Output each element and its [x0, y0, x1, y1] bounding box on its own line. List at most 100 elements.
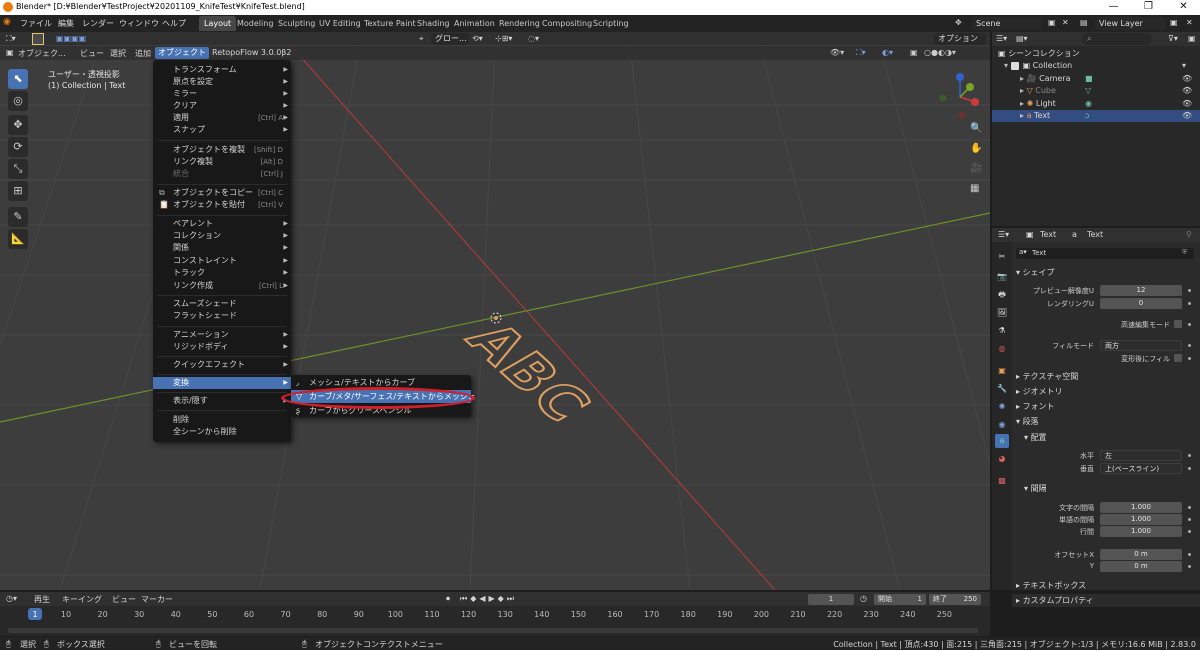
keyframe-dot-icon[interactable]	[1188, 454, 1191, 457]
material-tab-icon[interactable]: ◕	[995, 452, 1009, 466]
overlay-icon[interactable]: ◐▾	[882, 48, 893, 57]
menu-item-copy-objects[interactable]: ⧉ オブジェクトをコピー [Ctrl] C	[153, 187, 291, 199]
blender-menu-icon[interactable]: ◉	[3, 17, 11, 27]
checkbox-icon[interactable]	[1010, 61, 1019, 70]
current-frame-field[interactable]: 1	[808, 594, 854, 605]
offset-x-field[interactable]: 0 m	[1100, 549, 1182, 560]
filter-icon[interactable]: ⊽▾	[1168, 34, 1178, 43]
menu-item-apply[interactable]: 適用 [Ctrl] A ▶	[153, 112, 291, 124]
menu-item-rigid-body[interactable]: リジッドボディ ▶	[153, 341, 291, 353]
outliner-item-collection[interactable]: ▾ ▣ Collection	[992, 60, 1200, 72]
outliner-item-camera[interactable]: ▸ 🎥 Camera ■	[992, 73, 1200, 85]
menu-render[interactable]: レンダー	[82, 18, 114, 29]
menu-item-duplicate-linked[interactable]: リンク複製 [Alt] D	[153, 156, 291, 168]
line-spacing-field[interactable]: 1.000	[1100, 526, 1182, 537]
visibility-toggles[interactable]: ▾ 👁 👁 👁 👁	[1182, 60, 1192, 123]
pivot-icon[interactable]: ⟲▾	[472, 34, 483, 43]
keyframe-dot-icon[interactable]	[1188, 530, 1191, 533]
menu-item-shade-flat[interactable]: フラットシェード	[153, 310, 291, 322]
gizmo-icon[interactable]: ⛶▾	[856, 48, 866, 58]
menu-timeline-view[interactable]: ビュー	[112, 594, 136, 605]
menu-item-relations[interactable]: 関係 ▶	[153, 242, 291, 254]
menu-item-delete-global[interactable]: 全シーンから削除	[153, 426, 291, 438]
scene-delete-icon[interactable]: ✕	[1062, 18, 1069, 27]
shading-modes-icon[interactable]: ○●◐◑▾	[924, 48, 956, 57]
maximize-button[interactable]: ❐	[1131, 0, 1166, 15]
timeline-area[interactable]: 1 10 20 30 40 50 60 70 80 90 100 110 120 130 140 150 160…	[0, 606, 990, 636]
measure-tool[interactable]: 📐	[8, 229, 28, 249]
menu-item-snap[interactable]: スナップ ▶	[153, 124, 291, 136]
timeline-editor-icon[interactable]: ◷▾	[6, 594, 17, 603]
pin-icon[interactable]: ⚲	[1186, 230, 1192, 239]
cursor-tool[interactable]: ◎	[8, 91, 28, 111]
particles-tab-icon[interactable]: ✺	[995, 400, 1009, 414]
keyframe-dot-icon[interactable]	[1188, 289, 1191, 292]
scene-selector[interactable]: Scene	[972, 17, 1042, 30]
transform-tool[interactable]: ⊞	[8, 181, 28, 201]
menu-item-clear[interactable]: クリア ▶	[153, 100, 291, 112]
keyframe-dot-icon[interactable]	[1188, 467, 1191, 470]
scene-collection-row[interactable]: ▣ シーンコレクション	[992, 48, 1200, 60]
keyframe-dot-icon[interactable]	[1188, 302, 1191, 305]
menu-view[interactable]: ビュー	[80, 48, 104, 59]
vertical-align-dropdown[interactable]: 上(ベースライン)	[1100, 463, 1182, 474]
menu-item-link[interactable]: リンク作成 [Ctrl] L ▶	[153, 280, 291, 292]
end-frame-field[interactable]: 終了 250	[929, 594, 981, 605]
navigation-gizmo[interactable]	[935, 72, 985, 122]
outliner-item-light[interactable]: ▸ ✺ Light ◉	[992, 98, 1200, 110]
section-paragraph[interactable]: ▾ 段落	[1012, 415, 1200, 428]
keyframe-dot-icon[interactable]	[1188, 323, 1191, 326]
menu-item-constraint[interactable]: コンストレイント ▶	[153, 255, 291, 267]
menu-item-paste-objects[interactable]: 📋 オブジェクトを貼付 [Ctrl] V	[153, 199, 291, 211]
menu-add[interactable]: 追加	[135, 48, 151, 59]
outliner-search-input[interactable]: ⌕	[1082, 33, 1152, 45]
start-frame-field[interactable]: 開始 1	[874, 594, 926, 605]
annotate-tool[interactable]: ✎	[8, 207, 28, 227]
proportional-edit-icon[interactable]: ◌▾	[528, 34, 539, 43]
render-tab-icon[interactable]: 📷	[995, 270, 1009, 284]
texture-tab-icon[interactable]: ▩	[995, 474, 1009, 488]
section-font[interactable]: ▸ フォント	[1012, 400, 1200, 413]
menu-keying[interactable]: キーイング	[62, 594, 102, 605]
world-tab-icon[interactable]: ◍	[995, 342, 1009, 356]
snap-icon[interactable]: ⊹⊞▾	[495, 34, 512, 43]
menu-file[interactable]: ファイル	[20, 18, 52, 29]
fast-edit-checkbox[interactable]	[1174, 320, 1182, 328]
zoom-icon[interactable]: 🔍	[970, 123, 982, 134]
menu-marker[interactable]: マーカー	[141, 594, 173, 605]
menu-help[interactable]: ヘルプ	[162, 18, 186, 29]
scene-new-icon[interactable]: ▣	[1048, 18, 1056, 27]
menu-item-parent[interactable]: ペアレント ▶	[153, 218, 291, 230]
camera-view-icon[interactable]: 🎥	[970, 163, 982, 174]
record-icon[interactable]: ⏺	[446, 594, 450, 604]
datablock-selector[interactable]: Text	[1016, 248, 1194, 259]
pan-hand-icon[interactable]: ✋	[970, 143, 982, 154]
new-collection-icon[interactable]: ▣	[1188, 34, 1196, 43]
scene-tab-icon[interactable]: ⚗	[995, 324, 1009, 338]
menu-item-quick-effects[interactable]: クイックエフェクト ▶	[153, 359, 291, 371]
mode-dropdown[interactable]: オブジェク...	[18, 48, 66, 59]
menu-item-shade-smooth[interactable]: スムーズシェード	[153, 298, 291, 310]
horizontal-align-dropdown[interactable]: 左	[1100, 450, 1182, 461]
menu-item-mirror[interactable]: ミラー ▶	[153, 88, 291, 100]
menu-item-transform[interactable]: トランスフォーム ▶	[153, 64, 291, 76]
section-text-boxes[interactable]: ▸ テキストボックス	[1012, 579, 1200, 592]
transform-orientation-dropdown[interactable]: グロー...	[431, 33, 469, 45]
menu-item-animation[interactable]: アニメーション ▶	[153, 329, 291, 341]
menu-object[interactable]: オブジェクト	[155, 47, 209, 59]
scale-tool[interactable]: ⤡	[8, 159, 28, 179]
view-layer-new-icon[interactable]: ▣	[1170, 18, 1178, 27]
tool-tab-icon[interactable]: ✂	[995, 250, 1009, 264]
offset-y-field[interactable]: 0 m	[1100, 561, 1182, 572]
section-geometry[interactable]: ▸ ジオメトリ	[1012, 385, 1200, 398]
close-button[interactable]: ✕	[1166, 0, 1200, 15]
tab-animation[interactable]: Animation	[449, 16, 500, 31]
3d-viewport[interactable]: ABC ⬉ ◎ ✥ ⟳ ⤡ ⊞ ✎ 📐 ユーザー・透視投影 (1) Collec…	[0, 45, 990, 590]
word-spacing-field[interactable]: 1.000	[1100, 514, 1182, 525]
select-tool-icon[interactable]	[32, 33, 44, 45]
object-tab-icon[interactable]: ▣	[995, 364, 1009, 378]
menu-item-track[interactable]: トラック ▶	[153, 267, 291, 279]
editor-type-icon[interactable]: ⛶▾	[6, 34, 16, 44]
section-texture-space[interactable]: ▸ テクスチャ空間	[1012, 370, 1200, 383]
data-tab-icon[interactable]: a	[995, 434, 1009, 448]
